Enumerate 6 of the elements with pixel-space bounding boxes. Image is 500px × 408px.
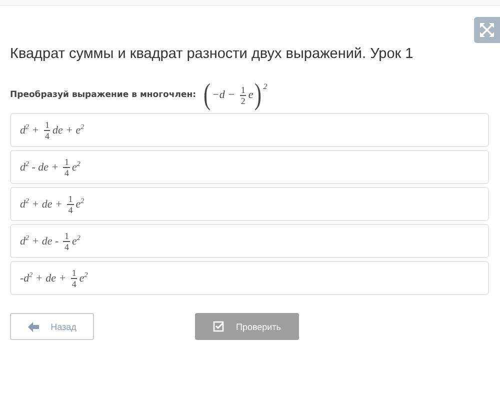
question-text: Преобразуй выражение в многочлен: — [10, 90, 196, 100]
lesson-title: Квадрат суммы и квадрат разности двух выражений. Урок 1 — [10, 46, 414, 62]
arrow-left-icon — [28, 322, 39, 332]
expand-icon — [480, 23, 494, 37]
expand-button[interactable] — [474, 17, 500, 43]
checkbox-icon — [212, 321, 224, 332]
